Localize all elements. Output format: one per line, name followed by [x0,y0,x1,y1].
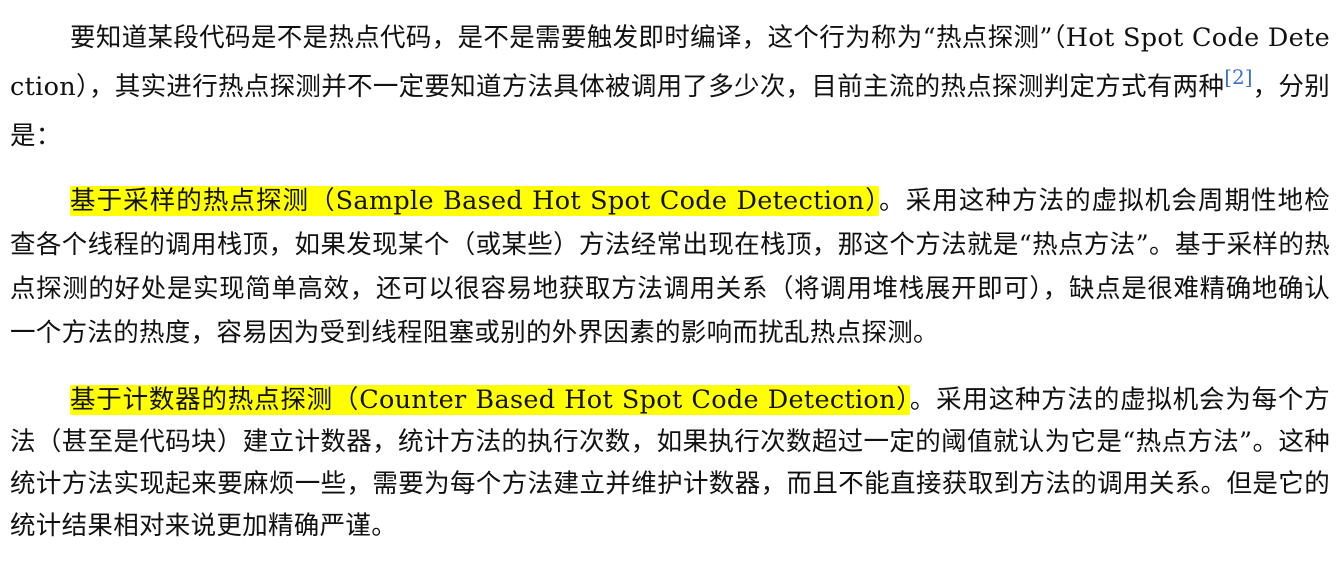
highlighted-term-counter-based: 基于计数器的热点探测（Counter Based Hot Spot Code D… [70,385,910,415]
highlighted-term-sample-based: 基于采样的热点探测（Sample Based Hot Spot Code Det… [70,186,880,216]
counter-based-paragraph: 基于计数器的热点探测（Counter Based Hot Spot Code D… [10,379,1330,547]
intro-text: 要知道某段代码是不是热点代码，是不是需要触发即时编译，这个行为称为“热点探测”（… [10,23,1330,102]
citation-link[interactable]: [2] [1224,65,1252,89]
document-body: 要知道某段代码是不是热点代码，是不是需要触发即时编译，这个行为称为“热点探测”（… [10,14,1330,547]
intro-paragraph: 要知道某段代码是不是热点代码，是不是需要触发即时编译，这个行为称为“热点探测”（… [10,14,1330,161]
sample-based-paragraph: 基于采样的热点探测（Sample Based Hot Spot Code Det… [10,179,1330,355]
